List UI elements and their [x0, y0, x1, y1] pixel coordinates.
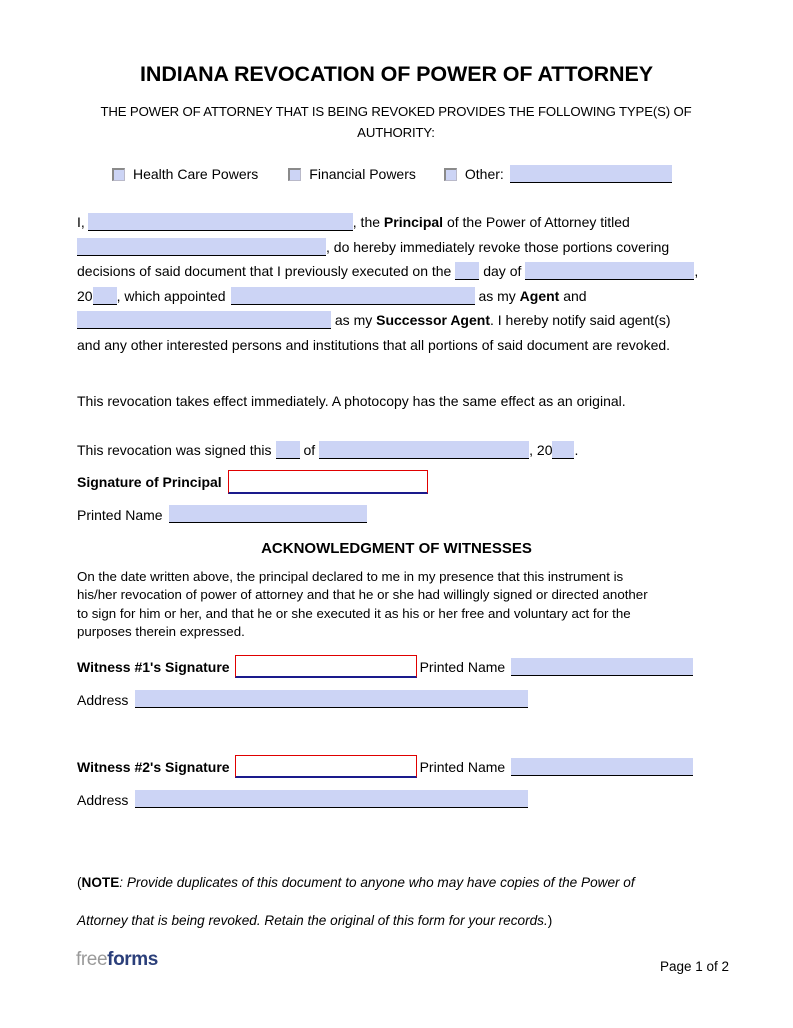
note-line-2: Attorney that is being revoked. Retain t… [77, 902, 697, 940]
authority-type-checkbox-row: Health Care Powers Financial Powers Othe… [112, 165, 672, 183]
immediate-effect-statement: This revocation takes effect immediately… [77, 393, 626, 409]
body-text: of the Power of Attorney titled [446, 214, 630, 230]
witness-1-printed-name-label: Printed Name [419, 658, 506, 675]
body-text: as my [478, 287, 516, 304]
signed-year-input[interactable] [552, 441, 575, 459]
signed-text: of [303, 442, 316, 458]
poa-title-input[interactable] [77, 237, 326, 256]
signed-date-line: This revocation was signed this of , 20. [77, 441, 578, 459]
agent-input[interactable] [230, 286, 475, 305]
witness-2-address-input[interactable] [135, 790, 529, 808]
checkbox-health-care-powers[interactable]: Health Care Powers [112, 166, 258, 182]
note-line-1: (NOTE: Provide duplicates of this docume… [77, 864, 697, 902]
body-text: , which appointed [116, 287, 226, 304]
body-text: , do hereby immediately revoke those por… [326, 238, 670, 255]
body-text-bold: Principal [383, 214, 444, 230]
principal-name-input[interactable] [87, 213, 353, 231]
note-block: (NOTE: Provide duplicates of this docume… [77, 864, 697, 940]
note-text: : Provide duplicates of this document to… [119, 875, 635, 890]
other-authority-input[interactable] [509, 165, 672, 183]
signed-text: This revocation was signed this [77, 442, 272, 458]
body-text: decisions of said document that I previo… [77, 263, 452, 280]
principal-signature-label: Signature of Principal [77, 474, 222, 490]
document-subtitle: THE POWER OF ATTORNEY THAT IS BEING REVO… [100, 104, 692, 140]
principal-signature-input[interactable] [227, 470, 428, 494]
body-text-bold: Successor Agent [376, 312, 490, 329]
witness-1-address-label: Address [77, 692, 129, 708]
body-line-6: and any other interested persons and ins… [77, 336, 671, 353]
witness-1-printed-name-input[interactable] [511, 657, 694, 676]
witness-1-address-row: Address [77, 690, 529, 708]
document-page: INDIANA REVOCATION OF POWER OF ATTORNEY … [0, 0, 793, 1028]
note-text: Attorney that is being revoked. Retain t… [77, 913, 548, 928]
year-input[interactable] [92, 286, 117, 305]
acknowledgment-heading: ACKNOWLEDGMENT OF WITNESSES [261, 540, 532, 557]
checkbox-label: Health Care Powers [133, 166, 259, 182]
body-text: day of [483, 263, 522, 280]
principal-printed-name-input[interactable] [168, 505, 367, 523]
body-text: I, [77, 214, 85, 230]
signed-month-input[interactable] [319, 441, 530, 459]
principal-printed-name-label: Printed Name [77, 507, 163, 523]
body-line-4: 20 , which appointed as my Agent and [77, 284, 717, 309]
body-line-2: , do hereby immediately revoke those por… [77, 235, 717, 260]
logo-text-free: free [76, 949, 108, 970]
checkbox-label: Financial Powers [309, 166, 416, 182]
witness-1-signature-label: Witness #1's Signature [77, 658, 230, 675]
signed-day-input[interactable] [275, 441, 300, 459]
witness-2-signature-input[interactable] [234, 755, 417, 778]
witness-2-signature-label: Witness #2's Signature [77, 758, 230, 775]
document-title: INDIANA REVOCATION OF POWER OF ATTORNEY [140, 62, 653, 86]
witness-2-signature-row: Witness #2's Signature Printed Name [77, 755, 694, 778]
body-text: as my [334, 312, 373, 329]
signed-text: , 20 [529, 442, 553, 458]
witness-2-address-row: Address [77, 790, 529, 808]
body-line-5: as my Successor Agent. I hereby notify s… [77, 308, 717, 333]
note-label: NOTE [81, 875, 120, 890]
checkbox-label: Other: [464, 166, 504, 182]
witness-1-signature-row: Witness #1's Signature Printed Name [77, 655, 694, 678]
body-text-bold: Agent [519, 287, 560, 304]
successor-agent-input[interactable] [77, 311, 331, 330]
body-line-3: decisions of said document that I previo… [77, 259, 717, 284]
checkbox-financial-powers[interactable]: Financial Powers [288, 166, 416, 182]
checkbox-icon[interactable] [112, 167, 125, 181]
body-text: . I hereby notify said agent(s) [489, 312, 671, 329]
acknowledgment-paragraph: On the date written above, the principal… [77, 569, 648, 640]
body-text: 20 [77, 287, 93, 304]
principal-signature-row: Signature of Principal [77, 470, 428, 494]
checkbox-icon[interactable] [288, 167, 302, 181]
logo-text-forms: forms [107, 949, 158, 970]
witness-2-address-label: Address [77, 792, 129, 808]
freeforms-logo: freeforms [76, 949, 158, 971]
month-input[interactable] [525, 262, 695, 281]
witness-1-signature-input[interactable] [234, 655, 417, 678]
checkbox-other[interactable]: Other: [443, 165, 672, 183]
day-input[interactable] [455, 262, 480, 281]
principal-printed-name-row: Printed Name [77, 505, 367, 523]
checkbox-icon[interactable] [443, 167, 457, 181]
body-text: and [563, 287, 587, 304]
signed-text: . [574, 442, 579, 458]
body-text: , [694, 263, 699, 280]
witness-1-address-input[interactable] [135, 690, 529, 708]
revocation-body: I, , the Principal of the Power of Attorn… [77, 210, 717, 358]
witness-2-printed-name-label: Printed Name [419, 758, 506, 775]
note-close-paren: ) [547, 913, 553, 928]
body-text: , the [352, 214, 381, 230]
witness-2-printed-name-input[interactable] [511, 757, 694, 776]
page-number: Page 1 of 2 [659, 959, 729, 974]
body-line-1: I, , the Principal of the Power of Attorn… [77, 210, 717, 235]
